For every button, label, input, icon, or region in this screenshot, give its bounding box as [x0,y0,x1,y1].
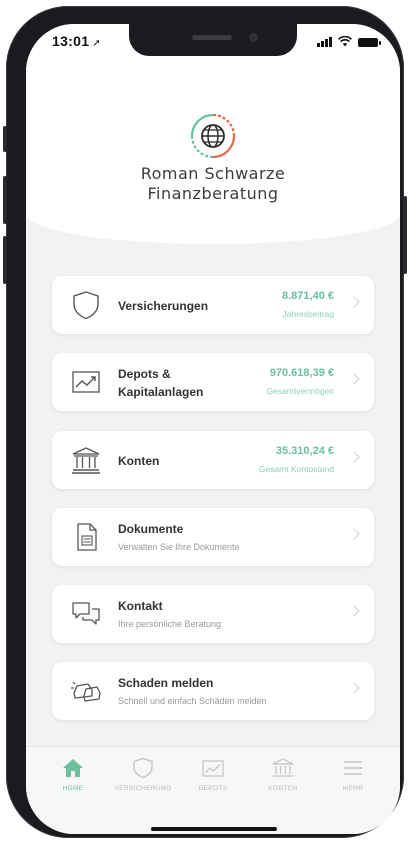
tab-depots[interactable]: DEPOTS [178,757,248,792]
speaker-grille [192,35,232,40]
brand-name: Roman Schwarze [140,164,286,183]
tab-label: DEPOTS [198,785,228,792]
card-title: Versicherungen [118,299,209,313]
status-icons [317,36,381,47]
card-amount-label: Gesamt Kontostand [258,464,334,474]
notch [129,24,297,56]
phone-frame: 13:01 ➚ Roman Schwarze Finanzberatung Ve… [3,6,407,838]
home-icon [63,759,83,777]
brand-subtitle: Finanzberatung [147,184,279,203]
tab-label: MEHR [342,785,364,792]
chat-icon [72,602,100,625]
card-amount-label: Jahresbeitrag [282,309,334,319]
chevron-right-icon [348,296,360,308]
shield-icon [133,757,153,779]
bottom-tab-bar: HOME VERSICHERUNG DEPOTS KONTEN MEHR [26,746,400,834]
silent-switch [3,126,7,152]
wifi-icon [338,36,352,47]
card-title: Kontakt [118,599,163,613]
tab-konten[interactable]: KONTEN [248,757,318,792]
car-crash-icon [71,681,101,702]
card-amount: 8.871,40 € [282,290,334,302]
card-subtitle: Verwalten Sie Ihre Dokumente [118,542,240,552]
shield-icon [73,291,99,320]
app-screen: 13:01 ➚ Roman Schwarze Finanzberatung Ve… [26,24,400,834]
chart-icon [72,371,100,393]
card-dokumente[interactable]: Dokumente Verwalten Sie Ihre Dokumente [52,508,374,566]
chevron-right-icon [348,528,360,540]
volume-up-button [3,176,7,224]
card-title: Dokumente [118,522,184,536]
tab-mehr[interactable]: MEHR [318,757,388,792]
tab-label: KONTEN [268,785,298,792]
card-subtitle: Schnell und einfach Schäden melden [118,696,267,706]
card-amount-label: Gesamtvermögen [266,386,334,396]
chart-icon [202,760,224,777]
signal-icon [317,37,332,47]
status-time: 13:01 ➚ [52,33,101,49]
tab-versicherung[interactable]: VERSICHERUNG [108,757,178,792]
document-icon [77,523,97,551]
bank-icon [72,447,100,474]
card-amount: 35.310,24 € [275,445,334,457]
chevron-right-icon [348,451,360,463]
home-indicator[interactable] [151,827,277,831]
globe-logo-icon [190,113,236,159]
card-title: Konten [118,454,160,468]
location-arrow-icon: ➚ [92,38,101,49]
card-schaden-melden[interactable]: Schaden melden Schnell und einfach Schäd… [52,662,374,720]
chevron-right-icon [348,605,360,617]
card-versicherungen[interactable]: Versicherungen 8.871,40 € Jahresbeitrag [52,276,374,334]
card-kontakt[interactable]: Kontakt Ihre persönliche Beratung [52,585,374,643]
battery-icon [358,38,381,47]
camera-icon [249,33,258,42]
card-konten[interactable]: Konten 35.310,24 € Gesamt Kontostand [52,431,374,489]
card-title-line2: Kapitalanlagen [118,385,204,399]
card-depots[interactable]: Depots & Kapitalanlagen 970.618,39 € Ges… [52,353,374,411]
tab-label: VERSICHERUNG [114,785,172,792]
tab-label: HOME [62,785,84,792]
tab-home[interactable]: HOME [38,757,108,792]
card-title-line1: Depots & [118,367,171,381]
chevron-right-icon [348,373,360,385]
bank-icon [272,758,294,777]
volume-down-button [3,236,7,284]
card-subtitle: Ihre persönliche Beratung [118,619,222,629]
card-title: Schaden melden [118,676,214,690]
card-amount: 970.618,39 € [269,367,334,379]
menu-icon [344,761,362,775]
chevron-right-icon [348,682,360,694]
power-button [403,196,407,274]
